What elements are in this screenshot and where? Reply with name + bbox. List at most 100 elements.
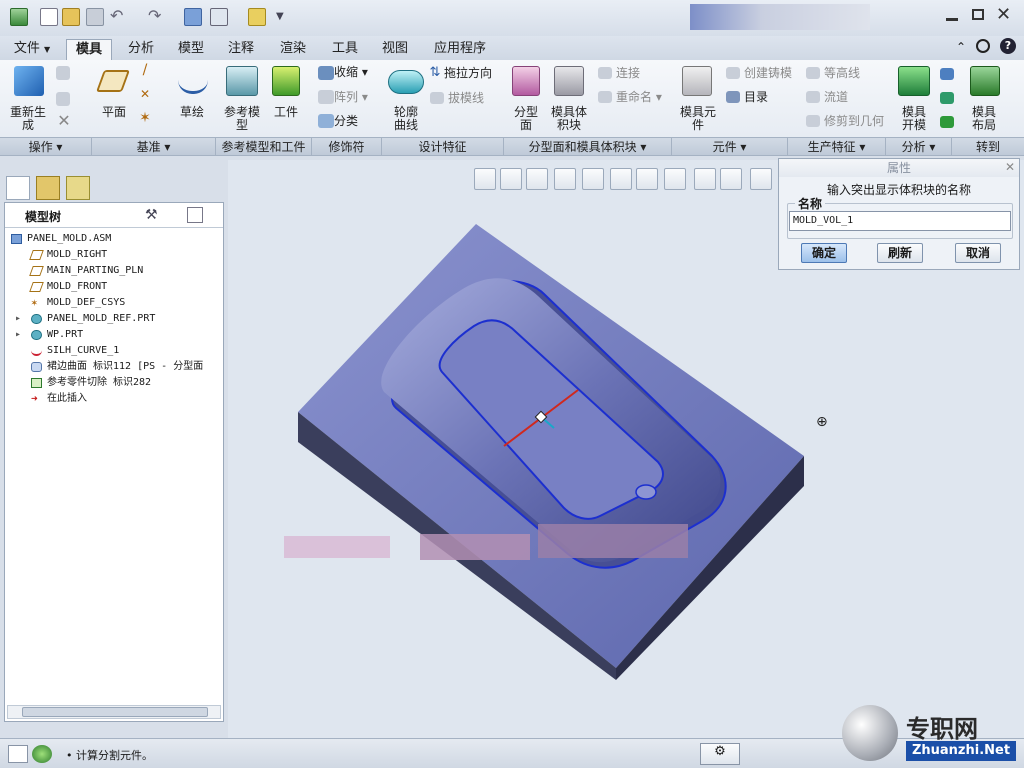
- drag-direction-button[interactable]: 拖拉方向: [444, 67, 502, 80]
- refit-icon[interactable]: [474, 168, 496, 190]
- silhouette-curve-button[interactable]: 轮廓 曲线: [384, 106, 428, 132]
- mold-volume-icon[interactable]: [554, 66, 584, 96]
- reference-model-icon[interactable]: [226, 66, 258, 96]
- mold-layout-icon[interactable]: [970, 66, 1000, 96]
- expand-chevron-icon[interactable]: ▸: [15, 311, 21, 327]
- tree-item[interactable]: MAIN_PARTING_PLN: [5, 263, 223, 279]
- group-parting-volume[interactable]: 分型面和模具体积块 ▾: [504, 137, 672, 155]
- classify-icon[interactable]: [318, 114, 334, 128]
- volume-name-input[interactable]: MOLD_VOL_1: [789, 211, 1011, 231]
- pattern-button[interactable]: 阵列 ▾: [334, 91, 378, 104]
- catalog-button[interactable]: 目录: [744, 91, 780, 104]
- spin-center-toggle-icon[interactable]: [694, 168, 716, 190]
- customize-chevron-icon[interactable]: ▼: [276, 8, 294, 26]
- ok-button[interactable]: 确定: [801, 243, 847, 263]
- help-icon[interactable]: ?: [1000, 38, 1016, 54]
- mold-component-button[interactable]: 模具元 件: [676, 106, 720, 132]
- display-style-icon[interactable]: [582, 168, 604, 190]
- close-icon[interactable]: ✕: [996, 4, 1011, 25]
- draft-line-icon[interactable]: [430, 92, 444, 104]
- new-file-icon[interactable]: [40, 8, 58, 26]
- group-analysis[interactable]: 分析 ▾: [886, 137, 952, 155]
- tab-render[interactable]: 渲染: [270, 39, 316, 60]
- tree-item[interactable]: PANEL_MOLD.ASM: [5, 231, 223, 247]
- dialog-close-icon[interactable]: ✕: [1005, 160, 1015, 174]
- regenerate-icon[interactable]: [184, 8, 202, 26]
- datum-display-icon[interactable]: [664, 168, 686, 190]
- collapse-ribbon-icon[interactable]: ⌃: [956, 40, 966, 54]
- shrinkage-button[interactable]: 收缩 ▾: [334, 66, 378, 79]
- datum-axis-icon[interactable]: /: [138, 63, 152, 77]
- group-datum[interactable]: 基准 ▾: [92, 137, 216, 155]
- thickness-check-icon[interactable]: [940, 92, 954, 104]
- copy-icon[interactable]: [56, 66, 70, 80]
- plane-button[interactable]: 平面: [96, 106, 132, 119]
- connect-icon[interactable]: [598, 67, 612, 79]
- folder-browser-tab[interactable]: [36, 176, 60, 200]
- draft-line-button[interactable]: 拔模线: [448, 92, 498, 105]
- contour-button[interactable]: 等高线: [824, 67, 870, 80]
- close-window-icon[interactable]: [248, 8, 266, 26]
- tab-model[interactable]: 模型: [168, 39, 214, 60]
- tree-item[interactable]: MOLD_FRONT: [5, 279, 223, 295]
- tab-analysis[interactable]: 分析: [116, 39, 166, 60]
- paste-icon[interactable]: [56, 92, 70, 106]
- create-casting-button[interactable]: 创建铸模: [744, 67, 800, 80]
- create-casting-icon[interactable]: [726, 67, 740, 79]
- browser-toggle-icon[interactable]: [32, 745, 52, 763]
- tree-item[interactable]: ▸ PANEL_MOLD_REF.PRT: [5, 311, 223, 327]
- rename-button[interactable]: 重命名 ▾: [616, 91, 676, 104]
- tree-item[interactable]: ➜ 在此插入: [5, 391, 223, 407]
- silhouette-curve-icon[interactable]: [388, 70, 424, 94]
- save-icon[interactable]: [86, 8, 104, 26]
- repaint-icon[interactable]: [554, 168, 576, 190]
- model-tree-tab[interactable]: [6, 176, 30, 200]
- delete-icon[interactable]: ✕: [54, 113, 74, 129]
- drag-direction-icon[interactable]: ⇅: [428, 66, 442, 79]
- regenerate-button[interactable]: 重新生 成: [6, 106, 50, 132]
- runner-button[interactable]: 流道: [824, 91, 864, 104]
- reference-model-button[interactable]: 参考模 型: [220, 106, 264, 132]
- expand-chevron-icon[interactable]: ▸: [15, 327, 21, 343]
- parting-surface-icon[interactable]: [512, 66, 540, 96]
- tree-item[interactable]: ▸ WP.PRT: [5, 327, 223, 343]
- tab-annotate[interactable]: 注释: [218, 39, 264, 60]
- analysis-tool-icon[interactable]: [940, 68, 954, 80]
- tree-item[interactable]: SILH_CURVE_1: [5, 343, 223, 359]
- workpiece-button[interactable]: 工件: [266, 106, 306, 119]
- minimize-icon[interactable]: [946, 18, 958, 21]
- selection-filter-icon[interactable]: ⚙: [700, 743, 740, 765]
- saved-orientations-icon[interactable]: [610, 168, 632, 190]
- annotation-display-icon[interactable]: [720, 168, 742, 190]
- tab-tools[interactable]: 工具: [322, 39, 368, 60]
- undo-icon[interactable]: ↶: [110, 8, 128, 26]
- runner-icon[interactable]: [806, 91, 820, 103]
- open-folder-icon[interactable]: [62, 8, 80, 26]
- regenerate-icon[interactable]: [14, 66, 44, 96]
- mold-open-button[interactable]: 模具 开模: [892, 106, 936, 132]
- mold-open-icon[interactable]: [898, 66, 930, 96]
- view-manager-icon[interactable]: [636, 168, 658, 190]
- tree-item[interactable]: MOLD_RIGHT: [5, 247, 223, 263]
- favorites-tab[interactable]: [66, 176, 90, 200]
- workpiece-icon[interactable]: [272, 66, 300, 96]
- shrinkage-icon[interactable]: [318, 66, 334, 80]
- tree-item[interactable]: 参考零件切除 标识282: [5, 375, 223, 391]
- search-icon[interactable]: [976, 39, 990, 53]
- tab-mold[interactable]: 模具: [66, 39, 112, 60]
- catalog-icon[interactable]: [726, 91, 740, 103]
- tab-view[interactable]: 视图: [372, 39, 418, 60]
- file-menu[interactable]: 文件 ▼: [4, 39, 60, 60]
- sketch-icon[interactable]: [178, 68, 208, 94]
- redo-icon[interactable]: ↷: [148, 8, 166, 26]
- zoom-in-icon[interactable]: [500, 168, 522, 190]
- classify-button[interactable]: 分类: [334, 115, 374, 128]
- cancel-button[interactable]: 取消: [955, 243, 1001, 263]
- datum-point-icon[interactable]: ✕: [138, 88, 152, 101]
- group-production-features[interactable]: 生产特征 ▾: [788, 137, 886, 155]
- contour-icon[interactable]: [806, 67, 820, 79]
- parting-surface-button[interactable]: 分型 面: [508, 106, 544, 132]
- tree-item[interactable]: 裙边曲面 标识112 [PS - 分型面: [5, 359, 223, 375]
- zoom-out-icon[interactable]: [526, 168, 548, 190]
- tab-applications[interactable]: 应用程序: [424, 39, 496, 60]
